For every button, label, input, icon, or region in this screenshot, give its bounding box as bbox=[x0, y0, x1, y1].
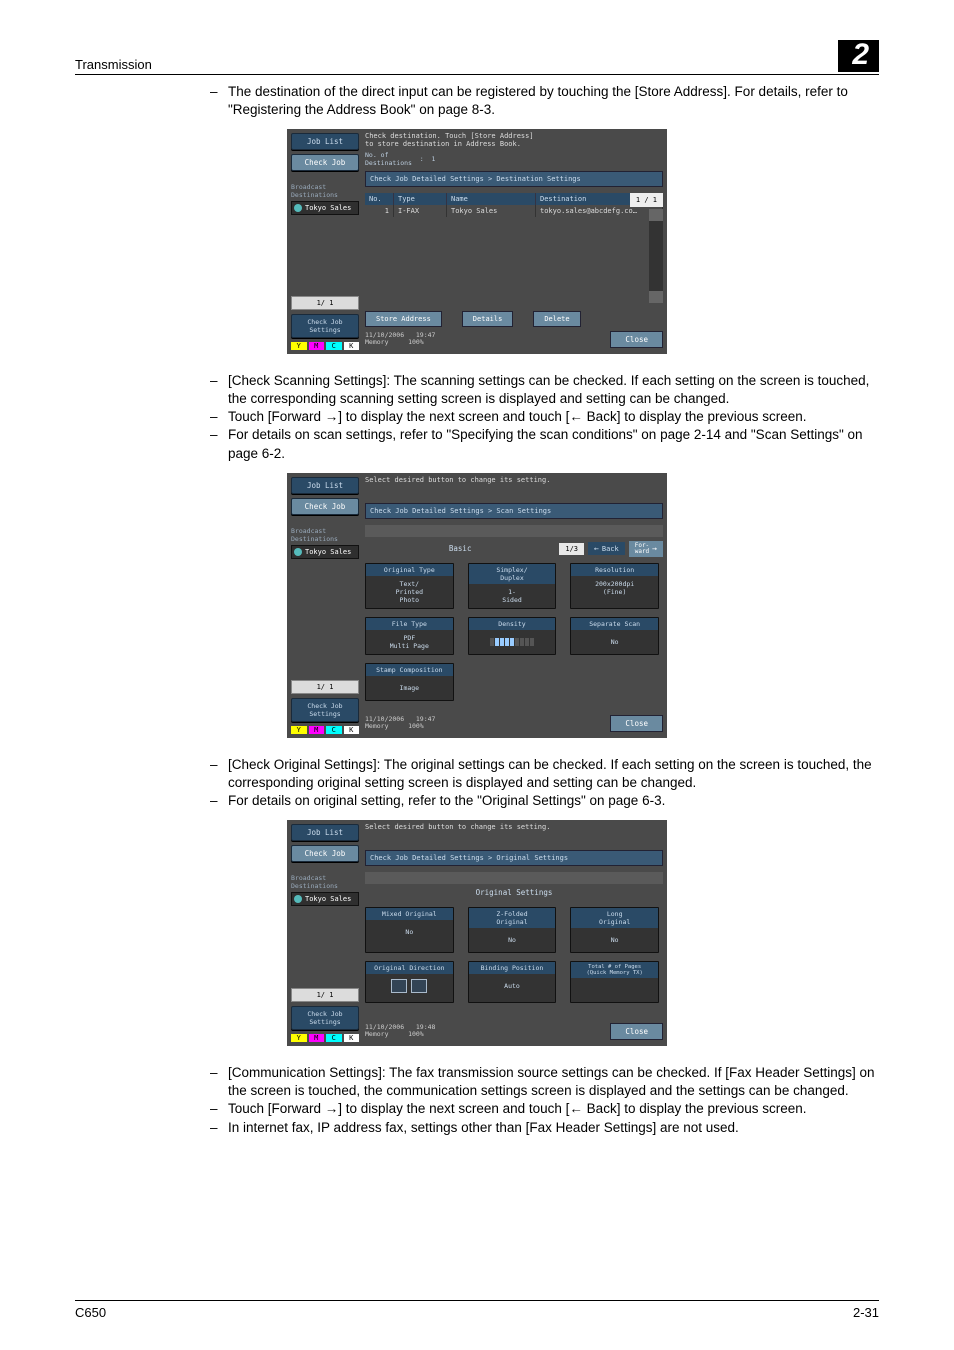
status-text: 11/10/2006 19:48Memory 100% bbox=[365, 1024, 435, 1038]
sidebar-destination[interactable]: Tokyo Sales bbox=[291, 892, 359, 906]
job-list-tab[interactable]: Job List bbox=[291, 133, 359, 150]
close-button[interactable]: Close bbox=[610, 1023, 663, 1040]
job-list-tab[interactable]: Job List bbox=[291, 477, 359, 494]
broadcast-label: Broadcast Destinations bbox=[291, 874, 359, 890]
numdest-value: 1 bbox=[432, 155, 436, 163]
mfp-screenshot-original: Job List Check Job Broadcast Destination… bbox=[287, 820, 667, 1046]
footer-model: C650 bbox=[75, 1305, 106, 1320]
original-type-tile[interactable]: Original TypeText/ Printed Photo bbox=[365, 563, 454, 609]
mixed-original-tile[interactable]: Mixed OriginalNo bbox=[365, 907, 454, 953]
page-indicator: 1 / 1 bbox=[630, 193, 663, 207]
orientation-portrait-icon bbox=[391, 979, 407, 993]
job-list-tab[interactable]: Job List bbox=[291, 824, 359, 841]
table-header: No. Type Name Destination bbox=[365, 193, 663, 205]
original-direction-tile[interactable]: Original Direction bbox=[365, 961, 454, 1003]
sidebar-counter: 1/ 1 bbox=[291, 680, 359, 694]
orientation-landscape-icon bbox=[411, 979, 427, 993]
status-text: 11/10/2006 19:47Memory 100% bbox=[365, 716, 435, 730]
breadcrumb: Check Job Detailed Settings > Destinatio… bbox=[365, 171, 663, 187]
section-title: Original Settings bbox=[365, 884, 663, 901]
breadcrumb: Check Job Detailed Settings > Scan Setti… bbox=[365, 503, 663, 519]
instruction-text: Select desired button to change its sett… bbox=[365, 477, 663, 485]
footer-page: 2-31 bbox=[853, 1305, 879, 1320]
numdest-label: No. of Destinations bbox=[365, 151, 412, 167]
para-forward-back-2: Touch [Forward →] to display the next sc… bbox=[228, 1100, 879, 1118]
mfp-screenshot-scan: Job List Check Job Broadcast Destination… bbox=[287, 473, 667, 738]
chapter-number: 2 bbox=[838, 40, 879, 72]
arrow-left-icon: ← bbox=[594, 544, 599, 553]
toner-levels: YMCK bbox=[291, 1034, 359, 1042]
breadcrumb: Check Job Detailed Settings > Original S… bbox=[365, 850, 663, 866]
sidebar-counter: 1/ 1 bbox=[291, 296, 359, 310]
binding-position-tile[interactable]: Binding PositionAuto bbox=[468, 961, 557, 1003]
para-forward-back: Touch [Forward →] to display the next sc… bbox=[228, 408, 879, 426]
table-row[interactable]: 1 I-FAX Tokyo Sales tokyo.sales@abcdefg.… bbox=[365, 205, 663, 217]
globe-icon bbox=[294, 204, 302, 212]
scroll-down-icon[interactable] bbox=[649, 291, 663, 303]
stamp-composition-tile[interactable]: Stamp CompositionImage bbox=[365, 663, 454, 701]
para-comm-settings: [Communication Settings]: The fax transm… bbox=[228, 1064, 879, 1100]
delete-button[interactable]: Delete bbox=[533, 311, 580, 327]
total-pages-tile[interactable]: Total # of Pages (Quick Memory TX) bbox=[570, 961, 659, 1003]
long-original-tile[interactable]: Long OriginalNo bbox=[570, 907, 659, 953]
check-job-settings-button[interactable]: Check Job Settings bbox=[291, 1006, 359, 1030]
check-job-settings-button[interactable]: Check Job Settings bbox=[291, 314, 359, 338]
orientation-icons bbox=[391, 979, 427, 993]
para-ifax-note: In internet fax, IP address fax, setting… bbox=[228, 1119, 879, 1137]
broadcast-label: Broadcast Destinations bbox=[291, 183, 359, 199]
sidebar-destination[interactable]: Tokyo Sales bbox=[291, 545, 359, 559]
status-text: 11/10/2006 19:47Memory 100% bbox=[365, 332, 435, 346]
para-scan-ref: For details on scan settings, refer to "… bbox=[228, 426, 879, 462]
sidebar-destination[interactable]: Tokyo Sales bbox=[291, 201, 359, 215]
para-store-address: The destination of the direct input can … bbox=[228, 83, 879, 119]
resolution-tile[interactable]: Resolution200x200dpi (Fine) bbox=[570, 563, 659, 609]
instruction-text: Check destination. Touch [Store Address]… bbox=[365, 133, 663, 148]
globe-icon bbox=[294, 895, 302, 903]
check-job-tab[interactable]: Check Job bbox=[291, 154, 359, 171]
running-head: Transmission bbox=[75, 57, 152, 72]
details-button[interactable]: Details bbox=[462, 311, 514, 327]
basic-label: Basic bbox=[365, 544, 555, 553]
store-address-button[interactable]: Store Address bbox=[365, 311, 442, 327]
scroll-up-icon[interactable] bbox=[649, 209, 663, 221]
arrow-right-icon: → bbox=[652, 544, 657, 553]
page-indicator: 1/3 bbox=[559, 543, 584, 555]
bullet-dash: – bbox=[210, 83, 228, 119]
instruction-text: Select desired button to change its sett… bbox=[365, 824, 663, 832]
check-job-settings-button[interactable]: Check Job Settings bbox=[291, 698, 359, 722]
toner-levels: YMCK bbox=[291, 342, 359, 350]
density-indicator bbox=[490, 638, 534, 646]
back-button[interactable]: ←Back bbox=[588, 542, 625, 555]
forward-button[interactable]: For- ward→ bbox=[629, 541, 663, 557]
duplex-tile[interactable]: Simplex/ Duplex1- Sided bbox=[468, 563, 557, 609]
sidebar-counter: 1/ 1 bbox=[291, 988, 359, 1002]
para-scan-settings: [Check Scanning Settings]: The scanning … bbox=[228, 372, 879, 408]
check-job-tab[interactable]: Check Job bbox=[291, 845, 359, 862]
para-original-settings: [Check Original Settings]: The original … bbox=[228, 756, 879, 792]
broadcast-label: Broadcast Destinations bbox=[291, 527, 359, 543]
close-button[interactable]: Close bbox=[610, 715, 663, 732]
mfp-screenshot-destination: Job List Check Job Broadcast Destination… bbox=[287, 129, 667, 353]
para-original-ref: For details on original setting, refer t… bbox=[228, 792, 879, 810]
separate-scan-tile[interactable]: Separate ScanNo bbox=[570, 617, 659, 655]
z-folded-tile[interactable]: Z-Folded OriginalNo bbox=[468, 907, 557, 953]
globe-icon bbox=[294, 548, 302, 556]
check-job-tab[interactable]: Check Job bbox=[291, 498, 359, 515]
density-tile[interactable]: Density bbox=[468, 617, 557, 655]
scrollbar[interactable] bbox=[649, 209, 663, 303]
file-type-tile[interactable]: File TypePDF Multi Page bbox=[365, 617, 454, 655]
close-button[interactable]: Close bbox=[610, 331, 663, 348]
toner-levels: YMCK bbox=[291, 726, 359, 734]
